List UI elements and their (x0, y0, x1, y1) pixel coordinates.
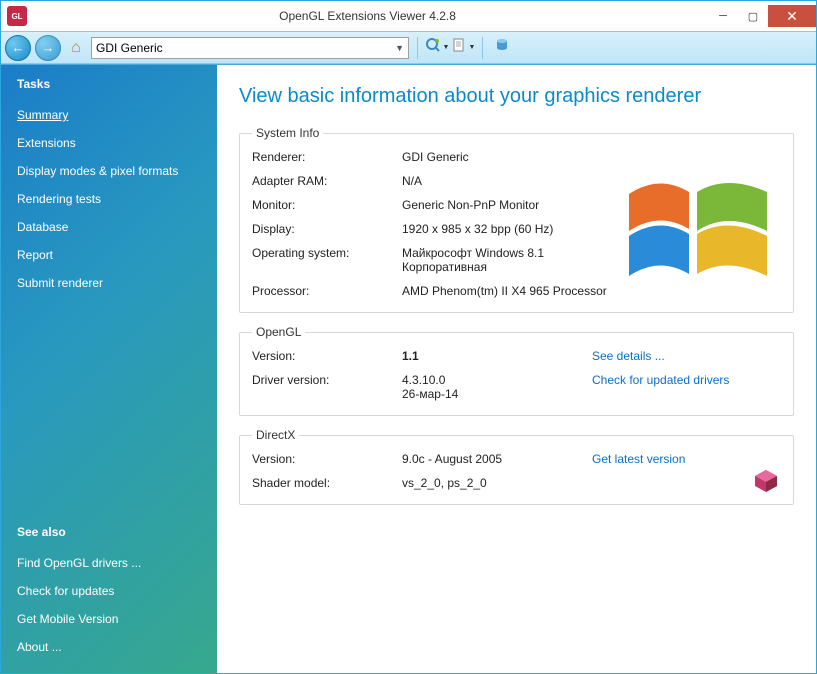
window-title: OpenGL Extensions Viewer 4.2.8 (27, 9, 708, 23)
home-icon: ⌂ (71, 39, 81, 57)
check-drivers-link[interactable]: Check for updated drivers (592, 373, 781, 387)
separator (482, 37, 483, 59)
directx-group: DirectX Version: 9.0c - August 2005 Get … (239, 428, 794, 505)
sidebar-header-tasks: Tasks (17, 77, 201, 91)
body: Tasks Summary Extensions Display modes &… (1, 64, 816, 673)
database-icon (494, 37, 510, 58)
directx-legend: DirectX (252, 428, 299, 442)
copy-button[interactable]: ▼ (452, 37, 474, 59)
document-icon (451, 37, 467, 58)
driver-version-value: 4.3.10.0 26-мар-14 (402, 373, 582, 401)
sidebar-item-display-modes[interactable]: Display modes & pixel formats (17, 157, 201, 185)
page-heading: View basic information about your graphi… (239, 85, 794, 108)
monitor-label: Monitor: (252, 198, 392, 212)
content-pane: View basic information about your graphi… (217, 65, 816, 673)
maximize-button[interactable]: ▢ (738, 5, 768, 27)
gl-version-value: 1.1 (402, 349, 582, 363)
realtech-logo-icon (751, 466, 781, 496)
close-button[interactable]: ✕ (768, 5, 816, 27)
sidebar-item-mobile-version[interactable]: Get Mobile Version (17, 605, 201, 633)
dx-version-label: Version: (252, 452, 392, 466)
chevron-down-icon: ▼ (469, 44, 476, 51)
see-details-link[interactable]: See details ... (592, 349, 781, 363)
arrow-right-icon: → (42, 40, 55, 55)
chevron-down-icon: ▼ (395, 43, 404, 53)
opengl-group: OpenGL Version: 1.1 See details ... Driv… (239, 325, 794, 416)
refresh-icon (425, 37, 441, 58)
renderer-dropdown[interactable]: GDI Generic ▼ (91, 37, 409, 59)
sidebar-item-check-updates[interactable]: Check for updates (17, 577, 201, 605)
toolbar: ← → ⌂ GDI Generic ▼ ▼ ▼ (1, 31, 816, 64)
window-controls: ─ ▢ ✕ (708, 5, 816, 27)
windows-logo-icon (619, 154, 779, 294)
monitor-value: Generic Non-PnP Monitor (402, 198, 622, 212)
app-window: GL OpenGL Extensions Viewer 4.2.8 ─ ▢ ✕ … (0, 0, 817, 674)
cpu-value: AMD Phenom(tm) II X4 965 Processor (402, 284, 622, 298)
minimize-button[interactable]: ─ (708, 5, 738, 27)
sidebar-item-summary[interactable]: Summary (17, 101, 201, 129)
get-latest-link[interactable]: Get latest version (592, 452, 781, 466)
database-button[interactable] (491, 37, 513, 59)
display-value: 1920 x 985 x 32 bpp (60 Hz) (402, 222, 622, 236)
sidebar: Tasks Summary Extensions Display modes &… (1, 65, 217, 673)
sidebar-item-report[interactable]: Report (17, 241, 201, 269)
ram-label: Adapter RAM: (252, 174, 392, 188)
cpu-label: Processor: (252, 284, 392, 298)
app-icon: GL (7, 6, 27, 26)
sidebar-item-about[interactable]: About ... (17, 633, 201, 661)
renderer-value: GDI Generic (402, 150, 622, 164)
sidebar-item-find-drivers[interactable]: Find OpenGL drivers ... (17, 549, 201, 577)
sidebar-header-see-also: See also (17, 525, 201, 539)
renderer-label: Renderer: (252, 150, 392, 164)
sidebar-item-extensions[interactable]: Extensions (17, 129, 201, 157)
display-label: Display: (252, 222, 392, 236)
forward-button[interactable]: → (35, 35, 61, 61)
system-info-legend: System Info (252, 126, 323, 140)
sidebar-item-rendering-tests[interactable]: Rendering tests (17, 185, 201, 213)
dx-version-value: 9.0c - August 2005 (402, 452, 582, 466)
arrow-left-icon: ← (12, 40, 25, 55)
renderer-dropdown-value: GDI Generic (96, 41, 163, 55)
back-button[interactable]: ← (5, 35, 31, 61)
shader-label: Shader model: (252, 476, 392, 490)
sidebar-item-submit-renderer[interactable]: Submit renderer (17, 269, 201, 297)
refresh-button[interactable]: ▼ (426, 37, 448, 59)
driver-version-label: Driver version: (252, 373, 392, 387)
separator (417, 37, 418, 59)
opengl-legend: OpenGL (252, 325, 305, 339)
system-info-group: System Info Renderer: GDI Generic Adapte… (239, 126, 794, 313)
home-button[interactable]: ⌂ (65, 37, 87, 59)
sidebar-item-database[interactable]: Database (17, 213, 201, 241)
os-value: Майкрософт Windows 8.1 Корпоративная (402, 246, 622, 274)
shader-value: vs_2_0, ps_2_0 (402, 476, 582, 490)
os-label: Operating system: (252, 246, 392, 260)
ram-value: N/A (402, 174, 622, 188)
gl-version-label: Version: (252, 349, 392, 363)
titlebar: GL OpenGL Extensions Viewer 4.2.8 ─ ▢ ✕ (1, 1, 816, 31)
chevron-down-icon: ▼ (443, 44, 450, 51)
